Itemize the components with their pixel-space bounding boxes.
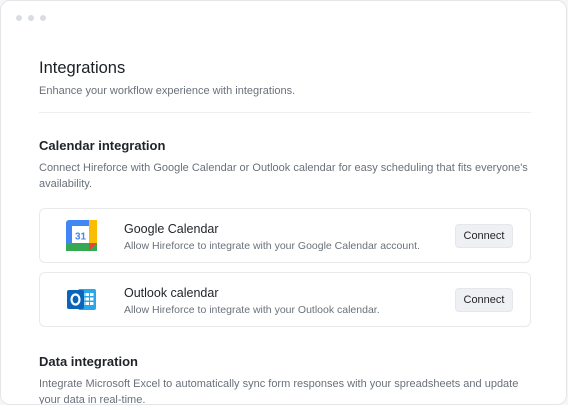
google-calendar-title: Google Calendar (124, 222, 219, 236)
integrations-content: Integrations Enhance your workflow exper… (39, 58, 531, 405)
data-integration-description: Integrate Microsoft Excel to automatical… (39, 378, 519, 405)
outlook-calendar-connect-button[interactable]: Connect (455, 288, 513, 312)
google-calendar-card: 31 Google Calendar Allow Hireforce to in… (39, 208, 531, 263)
data-integration-title: Data integration (39, 354, 138, 369)
page-subtitle: Enhance your workflow experience with in… (39, 85, 296, 97)
page-title: Integrations (39, 59, 126, 77)
outlook-calendar-icon (66, 284, 97, 315)
svg-text:31: 31 (75, 232, 87, 243)
outlook-calendar-card: Outlook calendar Allow Hireforce to inte… (39, 272, 531, 327)
integrations-window: Integrations Enhance your workflow exper… (0, 0, 567, 405)
google-calendar-description: Allow Hireforce to integrate with your G… (124, 240, 420, 252)
window-control-dot[interactable] (16, 15, 22, 21)
google-calendar-connect-button[interactable]: Connect (455, 224, 513, 248)
calendar-integration-description: Connect Hireforce with Google Calendar o… (39, 162, 528, 190)
outlook-calendar-title: Outlook calendar (124, 286, 219, 300)
divider (39, 112, 531, 113)
google-calendar-icon: 31 (66, 220, 97, 251)
calendar-integration-title: Calendar integration (39, 138, 166, 153)
window-control-dot[interactable] (28, 15, 34, 21)
outlook-calendar-description: Allow Hireforce to integrate with your O… (124, 304, 380, 316)
window-control-dot[interactable] (40, 15, 46, 21)
window-controls (16, 15, 46, 21)
